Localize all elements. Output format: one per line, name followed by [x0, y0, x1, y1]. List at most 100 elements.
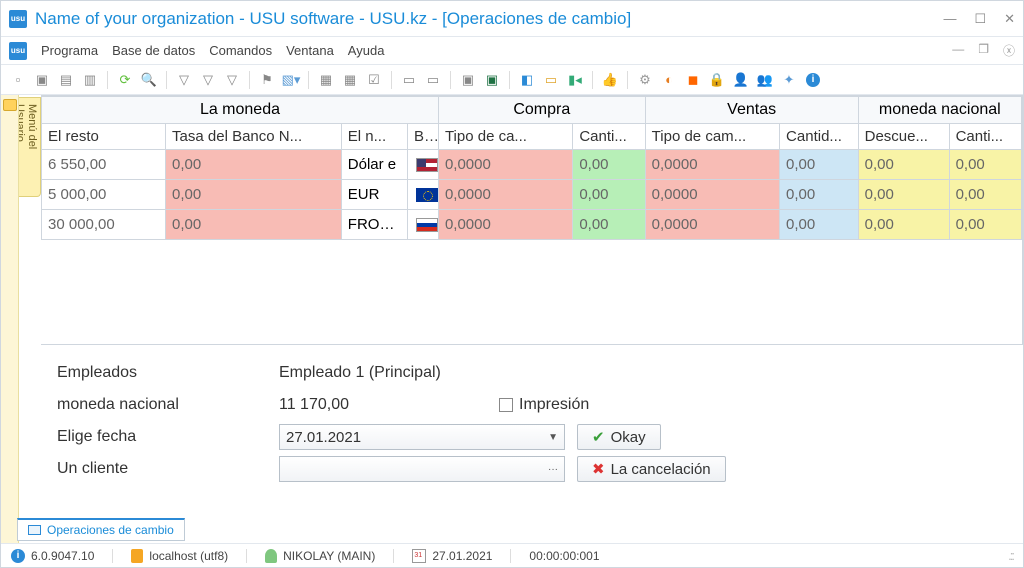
col-tipo-venta[interactable]: Tipo de cam...	[645, 124, 779, 150]
checkbox-impresion[interactable]	[499, 398, 513, 412]
value-empleados: Empleado 1 (Principal)	[279, 364, 441, 382]
menu-bar: usu Programa Base de datos Comandos Vent…	[1, 37, 1023, 65]
label-fecha: Elige fecha	[57, 428, 279, 446]
document-tab-label: Operaciones de cambio	[47, 523, 174, 537]
flag-icon	[416, 188, 438, 202]
user-icon	[265, 549, 277, 563]
gear-icon[interactable]: ⚙	[636, 71, 654, 89]
date-value: 27.01.2021	[286, 429, 361, 446]
window-icon	[28, 525, 41, 535]
cancel-label: La cancelación	[611, 461, 711, 478]
info-icon[interactable]: i	[804, 71, 822, 89]
menu-comandos[interactable]: Comandos	[209, 43, 272, 58]
status-date: 27.01.2021	[432, 549, 492, 563]
database-icon	[131, 549, 143, 563]
label-impresion: Impresión	[519, 396, 589, 414]
col-nombre[interactable]: El n...	[341, 124, 407, 150]
status-user: NIKOLAY (MAIN)	[283, 549, 375, 563]
title-bar: usu Name of your organization - USU soft…	[1, 1, 1023, 37]
minimize-button[interactable]: —	[943, 11, 956, 26]
resize-grip[interactable]: .::	[1008, 548, 1013, 563]
export-excel-icon[interactable]: ▣	[483, 71, 501, 89]
col-icon[interactable]: ▦	[317, 71, 335, 89]
col-tasa[interactable]: Tasa del Banco N...	[166, 124, 342, 150]
label-cliente: Un cliente	[57, 460, 279, 478]
menu-ayuda[interactable]: Ayuda	[348, 43, 385, 58]
thumb-icon[interactable]: 👍	[601, 71, 619, 89]
calendar-icon	[412, 549, 426, 563]
col-resto[interactable]: El resto	[42, 124, 166, 150]
currency-grid[interactable]: La moneda Compra Ventas moneda nacional …	[41, 96, 1022, 240]
status-timer: 00:00:00:001	[529, 549, 599, 563]
mdi-minimize-button[interactable]: —	[952, 42, 964, 59]
group-icon[interactable]: ▦	[341, 71, 359, 89]
chevron-down-icon: ▼	[548, 432, 558, 443]
row-add-icon[interactable]: ▭	[400, 71, 418, 89]
window-title: Name of your organization - USU software…	[35, 9, 943, 29]
window-icon[interactable]: ◧	[518, 71, 536, 89]
okay-button[interactable]: ✔ Okay	[577, 424, 661, 450]
check-icon: ✔	[592, 428, 605, 446]
col-cant-nac[interactable]: Canti...	[949, 124, 1021, 150]
export-word-icon[interactable]: ▣	[459, 71, 477, 89]
table-row[interactable]: 5 000,000,00EUR0,00000,000,00000,000,000…	[42, 180, 1022, 210]
group-compra[interactable]: Compra	[438, 97, 645, 124]
table-row[interactable]: 30 000,000,00FROTAI0,00000,000,00000,000…	[42, 210, 1022, 240]
menu-base-de-datos[interactable]: Base de datos	[112, 43, 195, 58]
refresh-icon[interactable]: ⟳	[116, 71, 134, 89]
sidebar-handle[interactable]	[1, 95, 19, 543]
group-moneda[interactable]: La moneda	[42, 97, 439, 124]
sidebar-user-menu-tab[interactable]: Menú del Usuario	[19, 97, 41, 197]
label-empleados: Empleados	[57, 364, 279, 382]
row-del-icon[interactable]: ▭	[424, 71, 442, 89]
col-descuento[interactable]: Descue...	[858, 124, 949, 150]
ellipsis-icon: ···	[548, 464, 558, 475]
col-bandera[interactable]: B...	[407, 124, 438, 150]
okay-label: Okay	[611, 429, 646, 446]
flag-icon	[416, 218, 438, 232]
lock-icon[interactable]: 🔒	[708, 71, 726, 89]
rss-icon[interactable]: ◼	[684, 71, 702, 89]
cancel-icon: ✖	[592, 460, 605, 478]
exit-icon[interactable]: ▮◂	[566, 71, 584, 89]
close-button[interactable]: ✕	[1004, 11, 1015, 27]
group-ventas[interactable]: Ventas	[645, 97, 858, 124]
filter2-icon[interactable]: ▽	[199, 71, 217, 89]
menu-ventana[interactable]: Ventana	[286, 43, 334, 58]
save-all-icon[interactable]: ▥	[81, 71, 99, 89]
mdi-close-button[interactable]: ⓧ	[1003, 42, 1015, 59]
color-icon[interactable]: ◐	[660, 71, 678, 89]
image-icon[interactable]: ▧▾	[282, 71, 300, 89]
user-icon[interactable]: 👤	[732, 71, 750, 89]
document-tab[interactable]: Operaciones de cambio	[17, 518, 185, 541]
new-icon[interactable]: ▫	[9, 71, 27, 89]
folder-icon[interactable]: ▭	[542, 71, 560, 89]
app-icon-small: usu	[9, 42, 27, 60]
label-nacional: moneda nacional	[57, 396, 279, 414]
flag-icon[interactable]: ⚑	[258, 71, 276, 89]
col-tipo-compra[interactable]: Tipo de ca...	[438, 124, 572, 150]
col-cant-compra[interactable]: Canti...	[573, 124, 645, 150]
group-nacional[interactable]: moneda nacional	[858, 97, 1021, 124]
folder-icon	[3, 99, 17, 111]
maximize-button[interactable]: ☐	[974, 11, 986, 27]
form-area: Empleados Empleado 1 (Principal) moneda …	[41, 345, 1023, 485]
info-icon: i	[11, 549, 25, 563]
client-lookup[interactable]: ···	[279, 456, 565, 482]
wand-icon[interactable]: ✦	[780, 71, 798, 89]
users-icon[interactable]: 👥	[756, 71, 774, 89]
status-bar: i6.0.9047.10 localhost (utf8) NIKOLAY (M…	[1, 543, 1023, 567]
check-icon[interactable]: ☑	[365, 71, 383, 89]
filter-icon[interactable]: ▽	[175, 71, 193, 89]
open-icon[interactable]: ▣	[33, 71, 51, 89]
search-icon[interactable]: 🔍	[140, 71, 158, 89]
menu-programa[interactable]: Programa	[41, 43, 98, 58]
mdi-restore-button[interactable]: ❐	[978, 42, 989, 59]
save-icon[interactable]: ▤	[57, 71, 75, 89]
table-row[interactable]: 6 550,000,00Dólar e0,00000,000,00000,000…	[42, 150, 1022, 180]
value-nacional: 11 170,00	[279, 396, 349, 414]
cancel-button[interactable]: ✖ La cancelación	[577, 456, 726, 482]
col-cant-venta[interactable]: Cantid...	[780, 124, 859, 150]
date-dropdown[interactable]: 27.01.2021 ▼	[279, 424, 565, 450]
filter3-icon[interactable]: ▽	[223, 71, 241, 89]
